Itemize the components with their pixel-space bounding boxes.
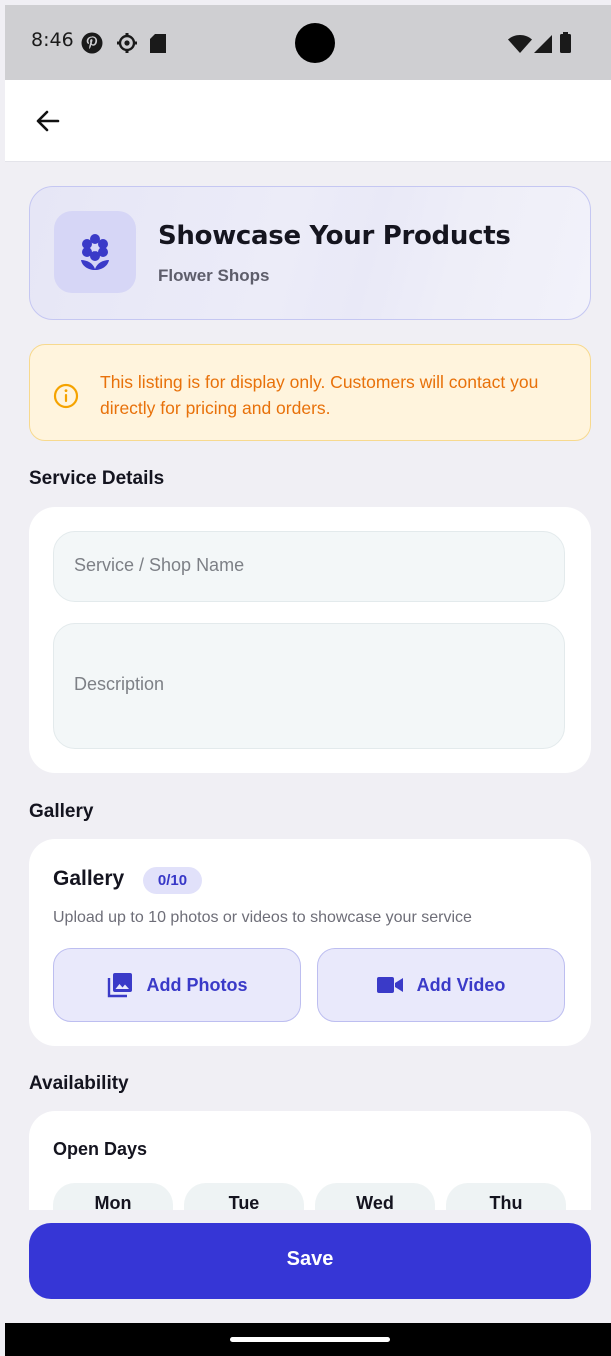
info-notice: This listing is for display only. Custom… [29, 344, 591, 441]
gallery-title: Gallery [53, 867, 125, 890]
gallery-count-badge: 0/10 [143, 867, 202, 894]
status-bar: 8:46 [5, 5, 611, 80]
app-bar [5, 80, 611, 162]
sd-card-icon [150, 34, 166, 58]
description-placeholder: Description [74, 674, 165, 694]
open-days-title: Open Days [53, 1139, 148, 1159]
settings-gear-icon [116, 32, 138, 59]
description-input[interactable]: Description [53, 623, 565, 749]
add-photos-label: Add Photos [146, 974, 248, 995]
notice-text: This listing is for display only. Custom… [100, 372, 539, 418]
add-video-button[interactable]: Add Video [317, 948, 565, 1022]
gallery-description: Upload up to 10 photos or videos to show… [53, 909, 472, 926]
arrow-left-icon [36, 110, 60, 132]
cellular-signal-icon [534, 35, 552, 58]
section-label-gallery: Gallery [29, 801, 94, 822]
home-gesture-handle[interactable] [230, 1337, 390, 1342]
save-button[interactable]: Save [29, 1223, 591, 1299]
shop-name-input[interactable]: Service / Shop Name [53, 531, 565, 602]
add-photos-button[interactable]: Add Photos [53, 948, 301, 1022]
videocam-icon [376, 977, 403, 993]
photo-library-icon [107, 973, 132, 998]
back-button[interactable] [33, 106, 63, 136]
save-label: Save [286, 1248, 334, 1270]
section-label-service-details: Service Details [29, 468, 165, 489]
shop-name-placeholder: Service / Shop Name [74, 555, 245, 575]
section-label-availability: Availability [29, 1073, 129, 1094]
front-camera [295, 23, 335, 63]
flower-icon [81, 234, 109, 270]
category-subtitle: Flower Shops [158, 266, 270, 285]
service-details-card: Service / Shop Name Description [29, 507, 591, 773]
category-icon-box [54, 211, 136, 293]
status-time: 8:46 [31, 29, 74, 51]
add-video-label: Add Video [416, 974, 506, 995]
page-title: Showcase Your Products [158, 221, 511, 251]
wifi-icon [508, 35, 532, 58]
battery-icon [560, 32, 571, 58]
gallery-card: Gallery 0/10 Upload up to 10 photos or v… [29, 839, 591, 1046]
pinterest-icon [81, 32, 103, 59]
info-circle-icon [53, 383, 79, 414]
system-nav-bar [5, 1323, 611, 1356]
hero-card: Showcase Your Products Flower Shops [29, 186, 591, 320]
